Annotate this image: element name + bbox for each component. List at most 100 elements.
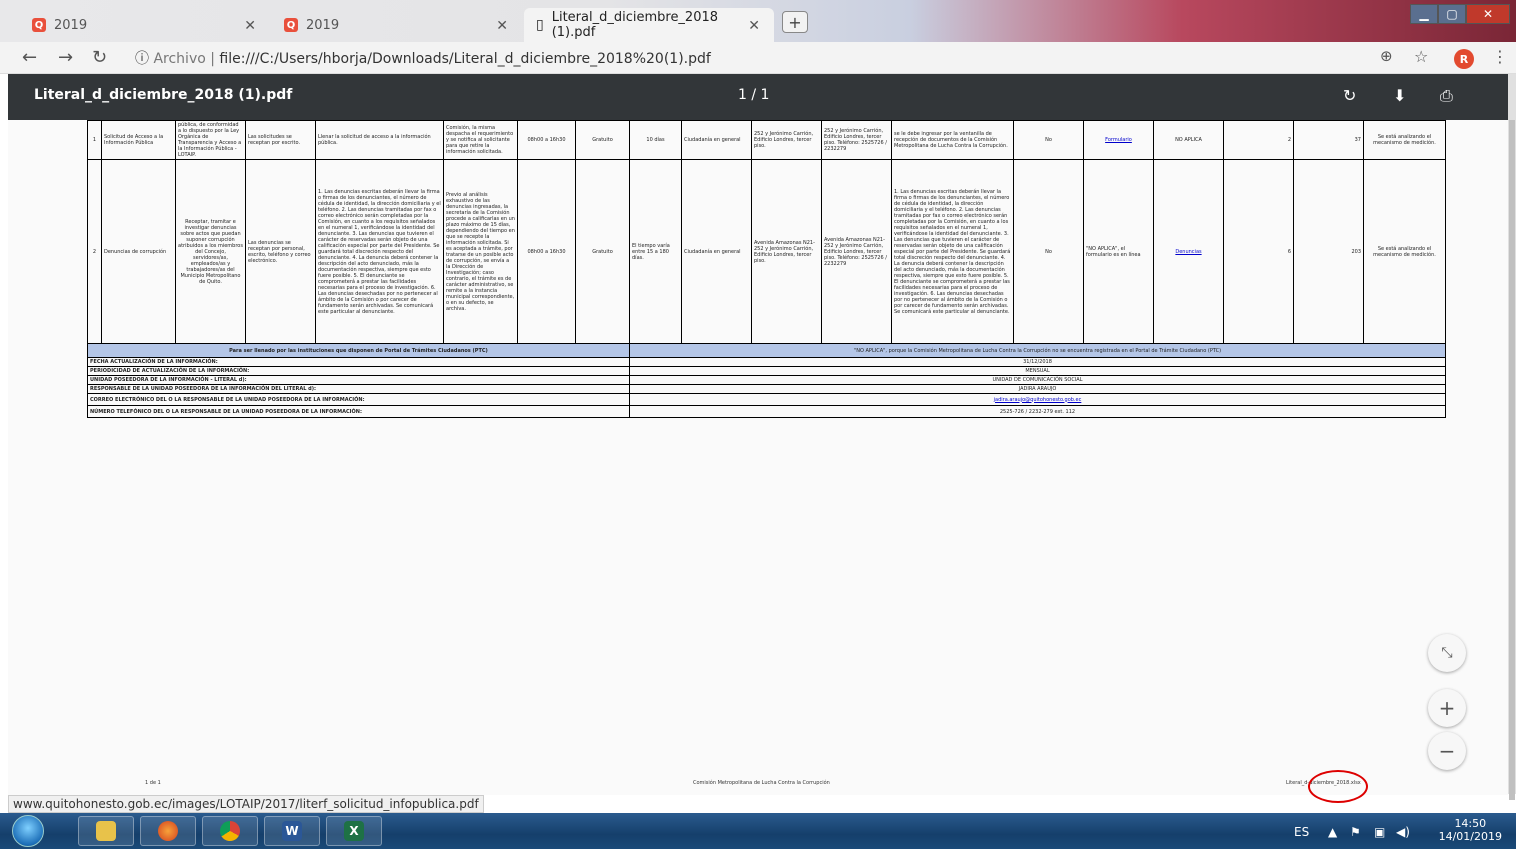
chrome-icon <box>220 821 240 841</box>
cell-online: No <box>1013 120 1084 160</box>
profile-avatar[interactable]: R <box>1454 49 1474 69</box>
table-row: 2 Denuncias de corrupción Receptar, tram… <box>87 159 1446 344</box>
info-icon: ⓘ <box>135 51 149 67</box>
language-indicator[interactable]: ES <box>1294 825 1309 839</box>
clock[interactable]: 14:50 14/01/2019 <box>1439 817 1502 843</box>
close-tab-icon[interactable]: ✕ <box>496 18 508 34</box>
explorer-taskbar-button[interactable] <box>78 816 134 846</box>
address-bar[interactable]: ⓘ Archivo | file:///C:/Users/hborja/Down… <box>135 48 711 68</box>
cell-n2: 203 <box>1293 159 1364 344</box>
zoom-in-button[interactable]: + <box>1428 689 1466 727</box>
meta-value: 31/12/2018 <box>629 357 1446 367</box>
services-table: 1 Solicitud de Acceso a la Información P… <box>87 120 1446 418</box>
excel-taskbar-button[interactable]: X <box>326 816 382 846</box>
cell-notes: Se está analizando el mecanismo de medic… <box>1363 159 1446 344</box>
show-hidden-icons-icon[interactable]: ▲ <box>1328 825 1337 839</box>
document-icon: ▯ <box>536 17 544 33</box>
firefox-icon <box>158 821 178 841</box>
meta-label: FECHA ACTUALIZACIÓN DE LA INFORMACIÓN: <box>87 357 630 367</box>
meta-row: CORREO ELECTRÓNICO DEL O LA RESPONSABLE … <box>87 393 1446 406</box>
email-link[interactable]: jadira.araujo@quitohonesto.gob.ec <box>629 393 1446 406</box>
scheme-label: Archivo <box>153 51 206 67</box>
meta-label: CORREO ELECTRÓNICO DEL O LA RESPONSABLE … <box>87 393 630 406</box>
close-window-button[interactable]: ✕ <box>1466 4 1510 24</box>
cell-description: Receptar, tramitar e investigar denuncia… <box>175 159 246 344</box>
meta-value: UNIDAD DE COMUNICACIÓN SOCIAL <box>629 375 1446 385</box>
scrollbar-thumb[interactable] <box>1509 120 1515 800</box>
red-annotation-circle <box>1308 770 1368 803</box>
pdf-title: Literal_d_diciembre_2018 (1).pdf <box>34 87 293 103</box>
cell-link2: NO APLICA <box>1153 120 1224 160</box>
star-icon[interactable]: ☆ <box>1414 47 1428 66</box>
cell-address: Avenida Amazonas N21-252 y Jerónimo Carr… <box>821 159 892 344</box>
status-url: www.quitohonesto.gob.ec/images/LOTAIP/20… <box>8 795 484 813</box>
cell-notes: Se está analizando el mecanismo de medic… <box>1363 120 1446 160</box>
table-row: 1 Solicitud de Acceso a la Información P… <box>87 120 1446 160</box>
excel-icon: X <box>344 821 364 841</box>
rotate-icon[interactable]: ↻ <box>1343 86 1356 105</box>
cell-time: El tiempo varía entre 15 a 180 días. <box>629 159 682 344</box>
forward-icon[interactable]: → <box>58 47 73 68</box>
cell-time: 10 días <box>629 120 682 160</box>
pdf-page: 1 Solicitud de Acceso a la Información P… <box>87 120 1446 420</box>
zoom-icon[interactable]: ⊕ <box>1380 47 1393 65</box>
tab-label: Literal_d_diciembre_2018 (1).pdf <box>551 10 719 40</box>
maximize-button[interactable]: ▢ <box>1438 4 1466 24</box>
clock-date: 14/01/2019 <box>1438 830 1502 843</box>
back-icon[interactable]: ← <box>22 47 37 68</box>
cell-cost: Gratuito <box>575 159 630 344</box>
ptc-right: "NO APLICA", porque la Comisión Metropol… <box>629 343 1446 358</box>
new-tab-button[interactable]: + <box>782 11 808 33</box>
ptc-left: Para ser llenado por las instituciones q… <box>87 343 630 358</box>
cell-hours: 08h00 a 16h30 <box>517 120 576 160</box>
word-icon: W <box>282 821 302 841</box>
tab-strip: Q 2019 ✕ Q 2019 ✕ ▯ Literal_d_diciembre_… <box>0 0 1516 42</box>
start-button[interactable] <box>12 815 44 847</box>
quitohonesto-favicon-icon: Q <box>284 18 298 32</box>
cell-procedure: 1. Las denuncias escritas deberán llevar… <box>315 159 444 344</box>
close-tab-icon[interactable]: ✕ <box>244 18 256 34</box>
cell-service: Denuncias de corrupción <box>101 159 176 344</box>
tab-3-active[interactable]: ▯ Literal_d_diciembre_2018 (1).pdf ✕ <box>524 8 774 42</box>
volume-icon[interactable]: ◀) <box>1396 825 1410 839</box>
formulario-link[interactable]: Formulario <box>1083 120 1154 160</box>
meta-value: 2525-726 / 2232-279 ext. 112 <box>629 405 1446 418</box>
download-icon[interactable]: ⬇ <box>1393 86 1406 105</box>
cell-process: Previo al análisis exhaustivo de las den… <box>443 159 518 344</box>
fit-page-button[interactable]: ⤡ <box>1428 634 1466 672</box>
print-icon[interactable]: ⎙ <box>1440 86 1453 106</box>
footer-page: 1 de 1 <box>145 780 161 786</box>
chrome-taskbar-button[interactable] <box>202 816 258 846</box>
cell-type: 1. Las denuncias escritas deberán llevar… <box>891 159 1014 344</box>
meta-label: NÚMERO TELEFÓNICO DEL O LA RESPONSABLE D… <box>87 405 630 418</box>
tab-label: 2019 <box>54 17 88 33</box>
denuncias-link[interactable]: Denuncias <box>1153 159 1224 344</box>
minimize-button[interactable]: ▁ <box>1410 4 1438 24</box>
cell-office: 252 y Jerónimo Carrión, Edificio Londres… <box>751 120 822 160</box>
tab-1[interactable]: Q 2019 ✕ <box>20 8 270 42</box>
word-taskbar-button[interactable]: W <box>264 816 320 846</box>
meta-row: PERIODICIDAD DE ACTUALIZACIÓN DE LA INFO… <box>87 366 1446 376</box>
tab-2[interactable]: Q 2019 ✕ <box>272 8 522 42</box>
firefox-taskbar-button[interactable] <box>140 816 196 846</box>
pdf-toolbar: Literal_d_diciembre_2018 (1).pdf 1 / 1 ↻… <box>8 74 1508 120</box>
network-icon[interactable]: ▣ <box>1374 825 1385 839</box>
cell-process: Comisión, la misma despacha el requerimi… <box>443 120 518 160</box>
cell-n1: 6 <box>1223 159 1294 344</box>
cell-audience: Ciudadanía en general <box>681 120 752 160</box>
close-tab-icon[interactable]: ✕ <box>748 18 760 34</box>
pdf-viewer[interactable]: 1 Solicitud de Acceso a la Información P… <box>8 120 1508 803</box>
cell-num: 2 <box>87 159 102 344</box>
page-indicator: 1 / 1 <box>738 87 770 103</box>
zoom-out-button[interactable]: − <box>1428 732 1466 770</box>
clock-time: 14:50 <box>1454 817 1487 830</box>
meta-row: FECHA ACTUALIZACIÓN DE LA INFORMACIÓN: 3… <box>87 357 1446 367</box>
cell-address: 252 y Jerónimo Carrión, Edificio Londres… <box>821 120 892 160</box>
ptc-row: Para ser llenado por las instituciones q… <box>87 343 1446 358</box>
flag-icon[interactable]: ⚑ <box>1350 825 1361 839</box>
reload-icon[interactable]: ↻ <box>92 47 107 68</box>
cell-type: se le debe ingresar por la ventanilla de… <box>891 120 1014 160</box>
cell-access: Las denuncias se receptan por personal, … <box>245 159 316 344</box>
meta-row: NÚMERO TELEFÓNICO DEL O LA RESPONSABLE D… <box>87 405 1446 418</box>
menu-icon[interactable]: ⋮ <box>1492 47 1508 66</box>
